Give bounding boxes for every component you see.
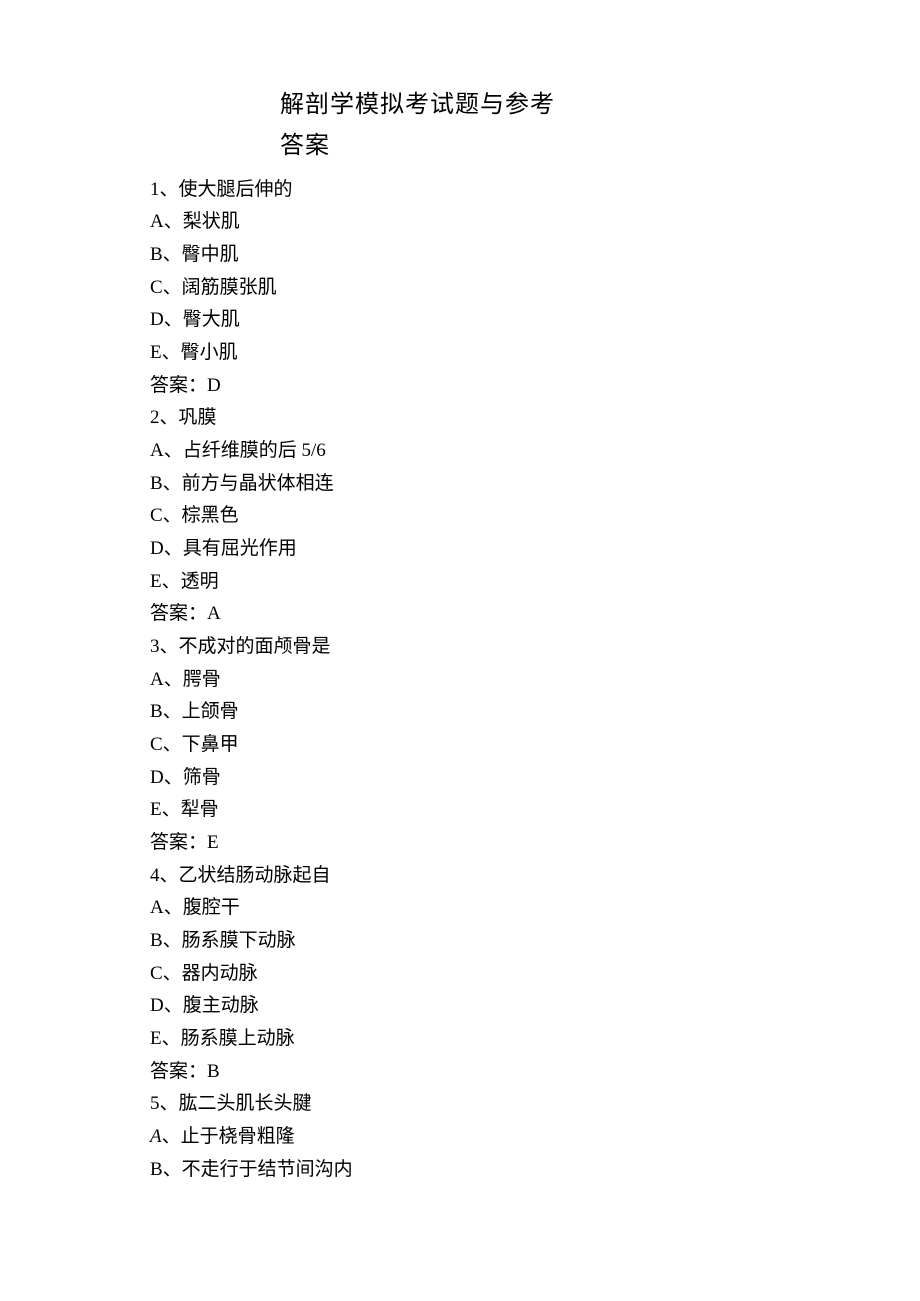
option-label: A — [150, 1126, 162, 1147]
title-line-1: 解剖学模拟考试题与参考 — [280, 85, 770, 126]
option-text: 、止于桡骨粗隆 — [162, 1126, 295, 1147]
question-option: E、臀小肌 — [150, 337, 770, 370]
document-content: 1、使大腿后伸的A、梨状肌B、臀中肌C、阔筋膜张肌D、臀大肌E、臀小肌答案：D2… — [150, 174, 770, 1187]
question-option: B、前方与晶状体相连 — [150, 468, 770, 501]
question-option: B、臀中肌 — [150, 239, 770, 272]
question-option: C、阔筋膜张肌 — [150, 272, 770, 305]
question-stem: 3、不成对的面颅骨是 — [150, 631, 770, 664]
question-answer: 答案：A — [150, 598, 770, 631]
question-option: E、犁骨 — [150, 794, 770, 827]
question-option: D、筛骨 — [150, 762, 770, 795]
question-stem: 5、肱二头肌长头腱 — [150, 1088, 770, 1121]
question-option: D、臀大肌 — [150, 304, 770, 337]
question-option: A、腹腔干 — [150, 892, 770, 925]
question-option: A、占纤维膜的后 5/6 — [150, 435, 770, 468]
question-answer: 答案：E — [150, 827, 770, 860]
question-option: C、器内动脉 — [150, 958, 770, 991]
question-option: A、腭骨 — [150, 664, 770, 697]
question-option: B、肠系膜下动脉 — [150, 925, 770, 958]
question-answer: 答案：D — [150, 370, 770, 403]
question-stem: 1、使大腿后伸的 — [150, 174, 770, 207]
document-title: 解剖学模拟考试题与参考 答案 — [280, 85, 770, 168]
question-stem: 4、乙状结肠动脉起自 — [150, 860, 770, 893]
question-stem: 2、巩膜 — [150, 402, 770, 435]
question-option: D、具有屈光作用 — [150, 533, 770, 566]
question-answer: 答案：B — [150, 1056, 770, 1089]
question-option: C、下鼻甲 — [150, 729, 770, 762]
question-option: B、上颌骨 — [150, 696, 770, 729]
question-option: C、棕黑色 — [150, 500, 770, 533]
question-option: E、透明 — [150, 566, 770, 599]
question-option: B、不走行于结节间沟内 — [150, 1154, 770, 1187]
question-option: D、腹主动脉 — [150, 990, 770, 1023]
question-option: A、止于桡骨粗隆 — [150, 1121, 770, 1154]
question-option: A、梨状肌 — [150, 206, 770, 239]
title-line-2: 答案 — [280, 126, 770, 167]
question-option: E、肠系膜上动脉 — [150, 1023, 770, 1056]
